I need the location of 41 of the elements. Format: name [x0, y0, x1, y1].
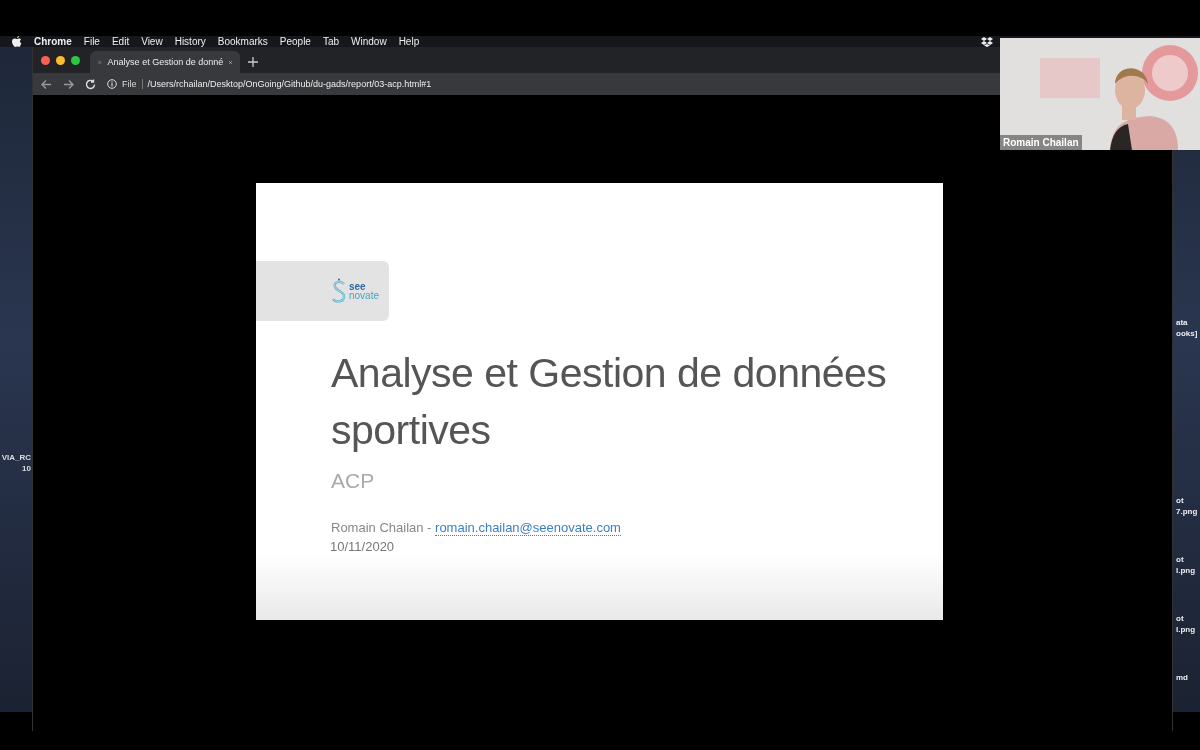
- file-label[interactable]: ot: [1176, 554, 1184, 565]
- file-label[interactable]: ot: [1176, 495, 1184, 506]
- back-icon[interactable]: [41, 78, 52, 90]
- slide-date: 10/11/2020: [330, 538, 396, 556]
- app-menu[interactable]: Chrome: [34, 36, 72, 47]
- menu-item[interactable]: Window: [351, 36, 387, 47]
- menu-item[interactable]: File: [83, 36, 100, 47]
- logo-text: see: [348, 282, 366, 291]
- menu-item[interactable]: View: [141, 36, 163, 47]
- new-tab-icon[interactable]: [248, 57, 258, 67]
- menu-item[interactable]: People: [279, 36, 311, 47]
- email-link[interactable]: romain.chailan@seenovate.com: [435, 520, 621, 536]
- logo-text: novate: [348, 291, 379, 300]
- logo-icon: [330, 278, 347, 304]
- file-label[interactable]: VIA_RC: [1, 452, 31, 463]
- reload-icon[interactable]: [85, 78, 96, 90]
- forward-icon[interactable]: [63, 78, 74, 90]
- menu-item[interactable]: Bookmarks: [217, 36, 268, 47]
- slide-title: Analyse et Gestion de données sportives: [331, 349, 888, 455]
- apple-icon[interactable]: [12, 36, 22, 47]
- dropbox-icon[interactable]: [981, 36, 993, 47]
- slide-subtitle: ACP: [331, 469, 376, 493]
- close-icon[interactable]: [229, 58, 232, 66]
- menu-item[interactable]: Help: [398, 36, 420, 47]
- file-label[interactable]: ooks]: [1176, 328, 1198, 339]
- file-label[interactable]: l.png: [1176, 565, 1196, 576]
- participant-name: Romain Chailan: [1000, 135, 1082, 150]
- url-text: /Users/rchailan/Desktop/OnGoing/Github/du-gads/report/03-acp.html#1: [147, 79, 432, 89]
- file-label[interactable]: 10: [22, 463, 31, 474]
- scheme-label: File: [122, 79, 143, 89]
- file-label[interactable]: 7.png: [1176, 506, 1198, 517]
- file-label[interactable]: md: [1176, 672, 1188, 683]
- menu-item[interactable]: Edit: [111, 36, 130, 47]
- menu-item[interactable]: Tab: [322, 36, 340, 47]
- info-icon[interactable]: [107, 79, 117, 89]
- browser-tab[interactable]: Analyse et Gestion de donné: [90, 51, 240, 73]
- file-label[interactable]: ot: [1176, 613, 1184, 624]
- menu-item[interactable]: History: [174, 36, 206, 47]
- author-line: Romain Chailan - romain.chailan@seenovate.com: [331, 519, 622, 537]
- file-label[interactable]: l.png: [1176, 624, 1196, 635]
- file-label[interactable]: ata: [1176, 317, 1188, 328]
